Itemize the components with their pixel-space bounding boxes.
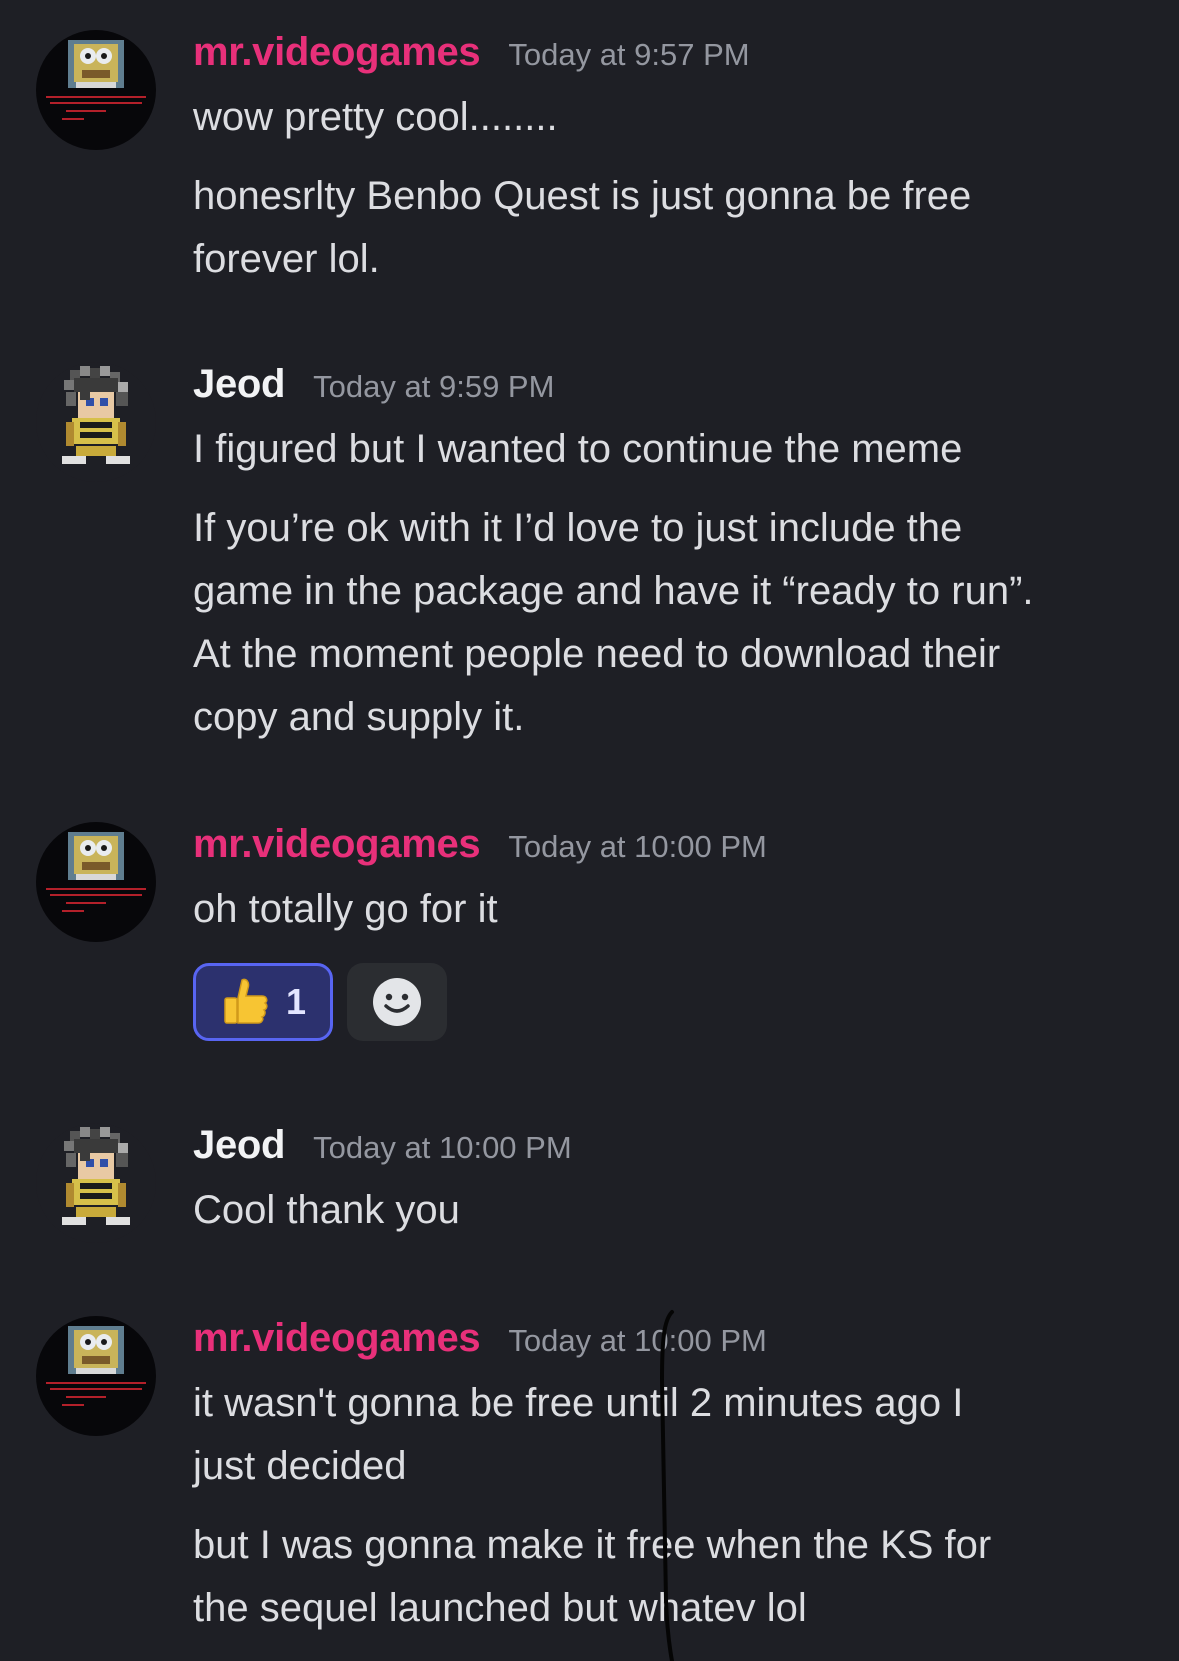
message-timestamp: Today at 10:00 PM: [508, 1323, 767, 1358]
message-text: copy and supply it.: [193, 695, 525, 739]
pixel-character-avatar-icon: [36, 362, 156, 482]
message-text: wow pretty cool........: [193, 95, 558, 139]
username[interactable]: mr.videogames: [193, 822, 481, 867]
reaction-thumbs-up-button[interactable]: 1: [193, 963, 333, 1041]
message-text: At the moment people need to download th…: [193, 632, 1001, 676]
message-text: just decided: [193, 1444, 407, 1488]
spongebob-avatar-icon: [36, 822, 156, 942]
spongebob-avatar-icon: [36, 1316, 156, 1436]
message-timestamp: Today at 10:00 PM: [313, 1130, 572, 1165]
message-text: oh totally go for it: [193, 887, 498, 931]
reaction-count: 1: [285, 981, 307, 1022]
message-text: I figured but I wanted to continue the m…: [193, 427, 963, 471]
reaction-bar: 1: [193, 963, 1149, 1041]
message-text: but I was gonna make it free when the KS…: [193, 1523, 992, 1567]
message-text: If you’re ok with it I’d love to just in…: [193, 506, 963, 550]
message-text: Cool thank you: [193, 1188, 460, 1232]
message-timestamp: Today at 9:57 PM: [508, 37, 750, 72]
message-text: forever lol.: [193, 237, 380, 281]
avatar[interactable]: [36, 1123, 156, 1243]
message-timestamp: Today at 10:00 PM: [508, 829, 767, 864]
message-text: it wasn't gonna be free until 2 minutes …: [193, 1381, 964, 1425]
message-text: honesrlty Benbo Quest is just gonna be f…: [193, 174, 972, 218]
add-reaction-button[interactable]: [347, 963, 447, 1041]
username[interactable]: mr.videogames: [193, 30, 481, 75]
avatar[interactable]: [36, 822, 156, 942]
chat-message-list: mr.videogames Today at 9:57 PM wow prett…: [0, 0, 1179, 1661]
smiley-add-reaction-icon: [373, 978, 421, 1026]
avatar[interactable]: [36, 1316, 156, 1436]
thumbs-up-icon: [224, 978, 268, 1024]
username[interactable]: mr.videogames: [193, 1316, 481, 1361]
spongebob-avatar-icon: [36, 30, 156, 150]
pixel-character-avatar-icon: [36, 1123, 156, 1243]
message-text: game in the package and have it “ready t…: [193, 569, 1034, 613]
username[interactable]: Jeod: [193, 1123, 285, 1168]
message-text: the sequel launched but whatev lol: [193, 1586, 807, 1630]
username[interactable]: Jeod: [193, 362, 285, 407]
avatar[interactable]: [36, 362, 156, 482]
message-timestamp: Today at 9:59 PM: [313, 369, 555, 404]
avatar[interactable]: [36, 30, 156, 150]
